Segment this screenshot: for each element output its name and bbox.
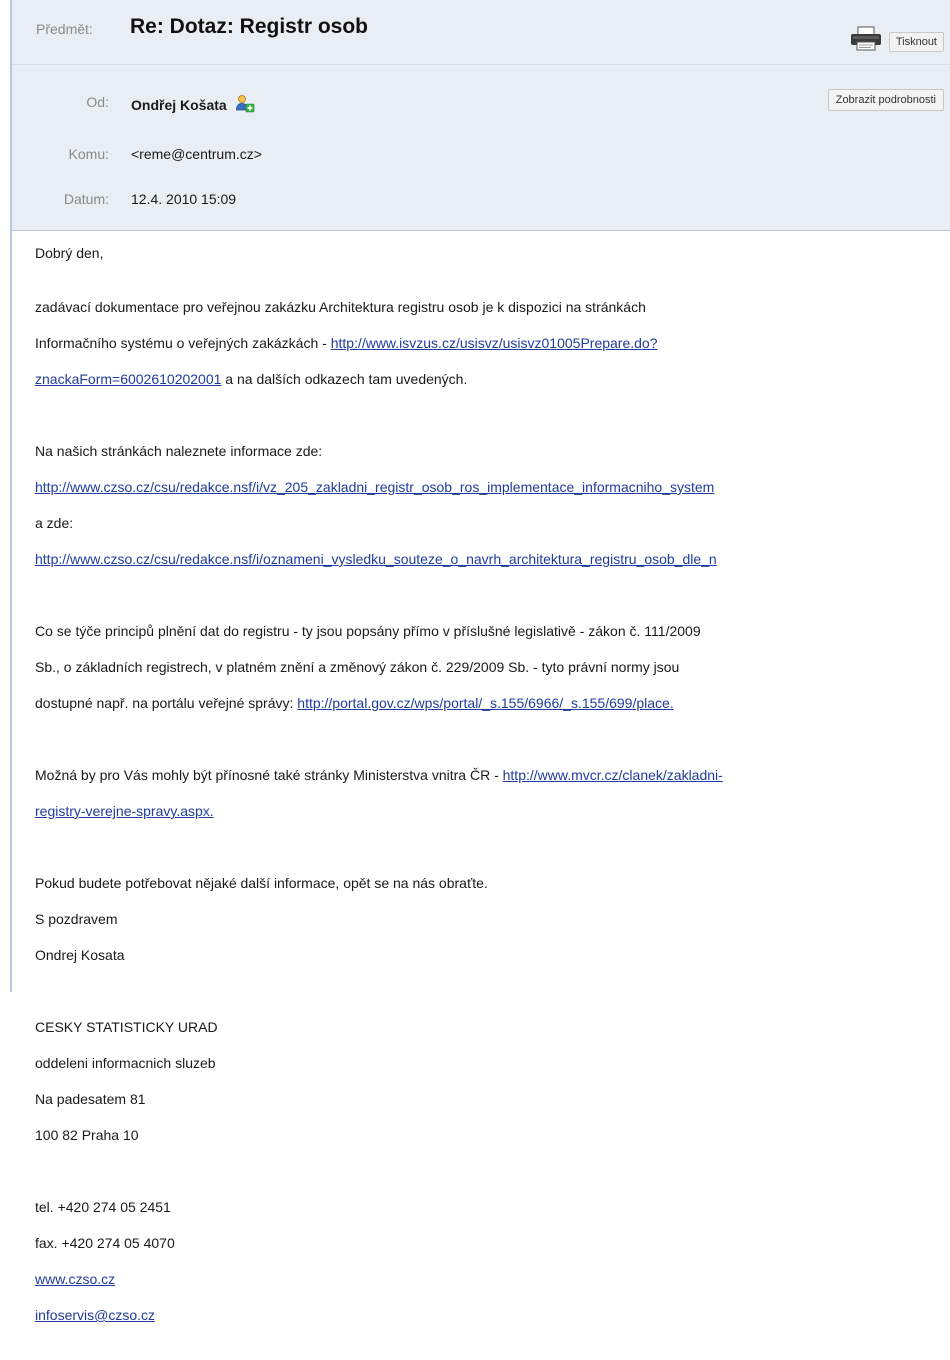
closing-name: Ondrej Kosata <box>35 947 125 963</box>
paragraph-1: zadávací dokumentace pro veřejnou zakázk… <box>35 280 947 406</box>
website-link[interactable]: www.czso.cz <box>35 1271 115 1287</box>
email-link[interactable]: infoservis@czso.cz <box>35 1307 155 1323</box>
print-control: Tisknout <box>849 26 944 57</box>
signature-tel: tel. +420 274 05 2451 <box>35 1199 171 1215</box>
signature-org: CESKY STATISTICKY URAD <box>35 1019 218 1035</box>
signature-email-line: infoservis@czso.cz <box>35 1306 947 1324</box>
printer-icon[interactable] <box>849 26 883 57</box>
from-field: Ondřej Košata <box>131 94 255 114</box>
paragraph-2-link-line-2: http://www.czso.cz/csu/redakce.nsf/i/ozn… <box>35 550 947 568</box>
closing-line-1: Pokud budete potřebovat nějaké další inf… <box>35 875 488 891</box>
paragraph-2-intro: Na našich stránkách naleznete informace … <box>35 443 323 459</box>
paragraph-4-line-2: registry-verejne-spravy.aspx. <box>35 802 947 820</box>
isvzus-link-cont[interactable]: znackaForm=6002610202001 <box>35 371 221 387</box>
message-body: Dobrý den, zadávací dokumentace pro veře… <box>35 244 947 1360</box>
signature-city: 100 82 Praha 10 <box>35 1127 139 1143</box>
to-label: Komu: <box>68 146 109 162</box>
mvcr-link[interactable]: http://www.mvcr.cz/clanek/zakladni- <box>503 767 723 783</box>
paragraph-2: Na našich stránkách naleznete informace … <box>35 424 947 586</box>
czso-implementation-link[interactable]: http://www.czso.cz/csu/redakce.nsf/i/vz_… <box>35 479 714 495</box>
date-field: 12.4. 2010 15:09 <box>131 191 237 207</box>
from-label: Od: <box>86 94 109 110</box>
paragraph-4-text: Možná by pro Vás mohly být přínosné také… <box>35 767 503 783</box>
paragraph-4: Možná by pro Vás mohly být přínosné také… <box>35 748 947 838</box>
signature-fax: fax. +420 274 05 4070 <box>35 1235 175 1251</box>
portal-gov-link[interactable]: http://portal.gov.cz/wps/portal/_s.155/6… <box>297 695 673 711</box>
paragraph-3-line-1: Co se týče principů plnění dat do regist… <box>35 623 701 639</box>
paragraph-2-mid: a zde: <box>35 515 74 531</box>
paragraph-1-line-1: zadávací dokumentace pro veřejnou zakázk… <box>35 299 646 315</box>
subject-text: Re: Dotaz: Registr osob <box>130 15 369 38</box>
add-contact-icon[interactable] <box>235 94 255 114</box>
to-field: <reme@centrum.cz> <box>131 146 262 162</box>
signature-web-line: www.czso.cz <box>35 1270 947 1288</box>
signature-dept: oddeleni informacnich sluzeb <box>35 1055 216 1071</box>
paragraph-1-line-2: Informačního systému o veřejných zakázká… <box>35 334 947 352</box>
print-button[interactable]: Tisknout <box>888 31 944 52</box>
greeting: Dobrý den, <box>35 244 947 262</box>
isvzus-link[interactable]: http://www.isvzus.cz/usisvz/usisvz01005P… <box>331 335 658 351</box>
subject-row: Předmět: Re: Dotaz: Registr osob Tisknou… <box>12 12 950 52</box>
paragraph-4-line-1: Možná by pro Vás mohly být přínosné také… <box>35 766 947 784</box>
greeting-text: Dobrý den, <box>35 245 104 261</box>
paragraph-1-line-3: znackaForm=6002610202001 a na dalších od… <box>35 370 947 388</box>
closing: Pokud budete potřebovat nějaké další inf… <box>35 856 947 982</box>
date-label: Datum: <box>63 191 109 207</box>
paragraph-1-text: Informačního systému o veřejných zakázká… <box>35 335 331 351</box>
czso-results-link[interactable]: http://www.czso.cz/csu/redakce.nsf/i/ozn… <box>35 551 717 567</box>
sender-name[interactable]: Ondřej Košata <box>131 97 227 113</box>
subject-label: Předmět: <box>36 21 93 37</box>
signature-address: CESKY STATISTICKY URAD oddeleni informac… <box>35 1000 947 1162</box>
paragraph-1-tail: a na dalších odkazech tam uvedených. <box>221 371 468 387</box>
paragraph-2-link-line-1: http://www.czso.cz/csu/redakce.nsf/i/vz_… <box>35 478 947 496</box>
paragraph-3: Co se týče principů plnění dat do regist… <box>35 604 947 730</box>
paragraph-3-line-3: dostupné např. na portálu veřejné správy… <box>35 694 947 712</box>
paragraph-3-line-2: Sb., o základních registrech, v platném … <box>35 659 680 675</box>
paragraph-3-text: dostupné např. na portálu veřejné správy… <box>35 695 298 711</box>
signature-street: Na padesatem 81 <box>35 1091 146 1107</box>
message-header: Předmět: Re: Dotaz: Registr osob Tisknou… <box>12 0 950 231</box>
mvcr-link-cont[interactable]: registry-verejne-spravy.aspx. <box>35 803 214 819</box>
signature-contacts: tel. +420 274 05 2451 fax. +420 274 05 4… <box>35 1180 947 1342</box>
header-divider <box>12 64 950 65</box>
show-details-button[interactable]: Zobrazit podrobnosti <box>827 89 944 111</box>
closing-line-2: S pozdravem <box>35 911 118 927</box>
